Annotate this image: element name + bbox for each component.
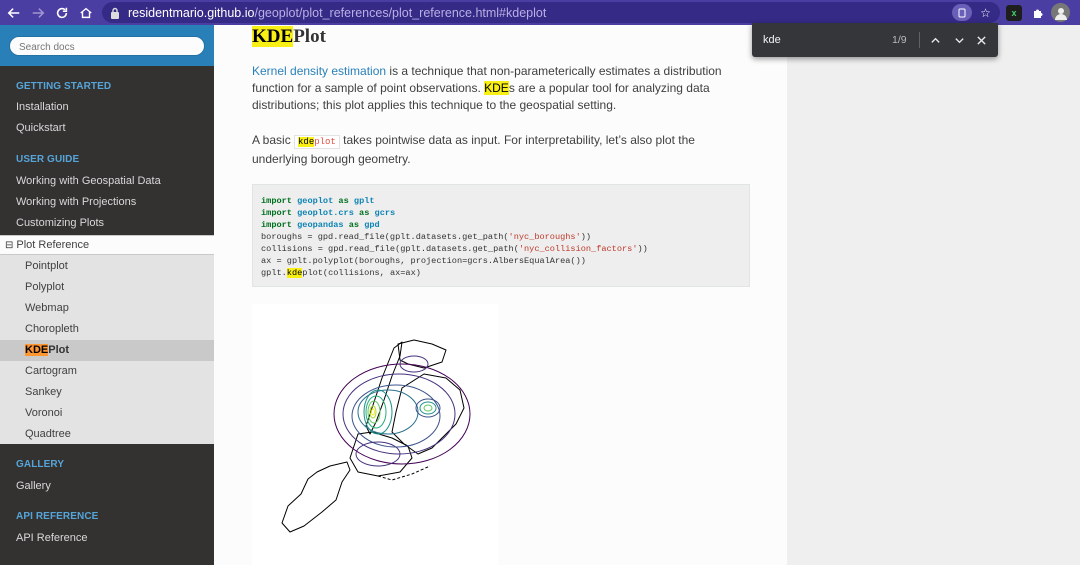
kdeplot-map [281,339,471,533]
section-user-guide: USER GUIDE [16,154,80,165]
nav-plot-reference-label: Plot Reference [16,239,90,251]
section-getting-started: GETTING STARTED [16,81,112,92]
url-text: residentmario.github.io/geoplot/plot_ref… [128,5,547,20]
find-match: KDE [484,81,509,95]
nav-installation[interactable]: Installation [16,101,69,113]
home-icon[interactable] [76,3,96,23]
nav-working-with-geospatial-data[interactable]: Working with Geospatial Data [16,175,161,187]
intro-paragraph: Kernel density estimation is a technique… [252,64,722,112]
avatar[interactable] [1051,3,1070,22]
nav-quickstart[interactable]: Quickstart [16,122,66,134]
kde-wikipedia-link[interactable]: Kernel density estimation [252,64,386,78]
lock-icon [111,7,119,19]
forward-icon[interactable] [28,3,48,23]
right-margin [787,25,1080,565]
nav-kdeplot[interactable]: KDEPlot [25,344,69,356]
kdeplot-figure [252,304,498,565]
nav-customizing-plots[interactable]: Customizing Plots [16,217,104,229]
borough-manhattan [365,341,403,435]
nav-plot-reference[interactable]: ⊟ Plot Reference [0,235,214,255]
nav-voronoi[interactable]: Voronoi [25,407,62,419]
back-icon[interactable] [4,3,24,23]
find-divider [919,32,920,48]
borough-staten-island [281,461,351,533]
page-title: KDEPlot [252,26,326,47]
section-api-reference: API REFERENCE [16,511,99,522]
nav-choropleth[interactable]: Choropleth [25,323,79,335]
find-next-icon[interactable] [949,30,969,50]
find-count: 1/9 [892,34,907,46]
current-section: ⊟ Plot Reference Pointplot Polyplot Webm… [0,235,214,444]
extensions-puzzle-icon[interactable] [1028,3,1047,22]
address-bar[interactable]: residentmario.github.io/geoplot/plot_ref… [102,2,1000,23]
nav-quadtree[interactable]: Quadtree [25,428,71,440]
nav-sankey[interactable]: Sankey [25,386,62,398]
nav-webmap[interactable]: Webmap [25,302,69,314]
reader-mode-icon[interactable] [952,4,972,21]
nav-polyplot[interactable]: Polyplot [25,281,64,293]
code-text: import geoplot as gplt import geoplot.cr… [261,196,648,278]
browser-toolbar: residentmario.github.io/geoplot/plot_ref… [0,0,1080,25]
nav-pointplot[interactable]: Pointplot [25,260,68,272]
find-close-icon[interactable] [971,30,991,50]
kde-contours [333,355,471,467]
bookmark-star-icon[interactable]: ☆ [976,3,995,22]
nav-gallery[interactable]: Gallery [16,480,51,492]
nav-api-reference[interactable]: API Reference [16,532,88,544]
search-input[interactable] [10,38,204,57]
section-gallery: GALLERY [16,459,65,470]
find-in-page-bar: kde 1/9 [752,23,998,57]
search-docs-field[interactable] [9,36,205,57]
find-input[interactable]: kde [763,34,781,46]
collapse-toggle-icon[interactable]: ⊟ [5,240,13,251]
basic-usage-paragraph: A basic kdeplot takes pointwise data as … [252,133,695,166]
inline-code-kdeplot: kdeplot [294,135,340,149]
find-match-active: KDE [25,344,49,356]
reload-icon[interactable] [52,3,72,23]
nav-working-with-projections[interactable]: Working with Projections [16,196,136,208]
nav-cartogram[interactable]: Cartogram [25,365,77,377]
docs-sidebar: GETTING STARTED Installation Quickstart … [0,25,214,565]
code-block: import geoplot as gplt import geoplot.cr… [252,184,750,287]
sidebar-search-area [0,25,214,66]
extension-icon[interactable]: x [1006,5,1022,21]
find-previous-icon[interactable] [925,30,945,50]
